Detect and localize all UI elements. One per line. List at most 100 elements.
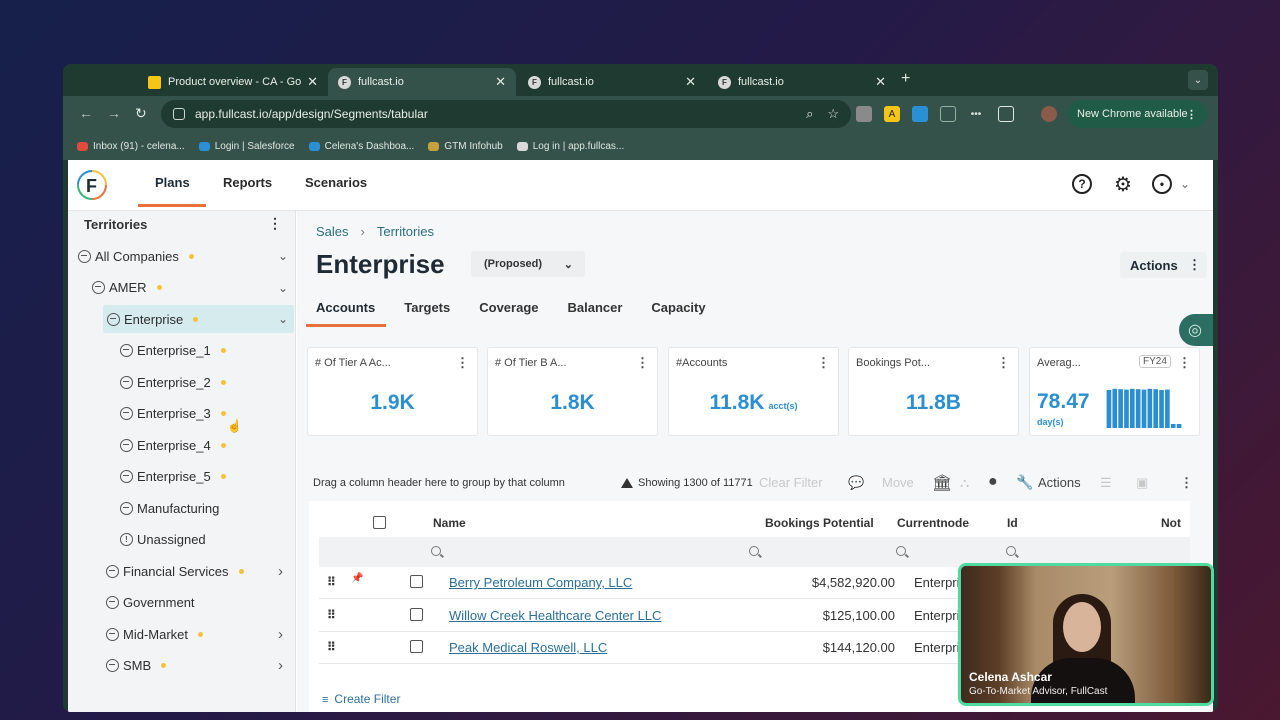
nav-reports[interactable]: Reports <box>223 175 272 190</box>
tab-search-button[interactable]: ⌄ <box>1188 70 1208 90</box>
kebab-icon[interactable]: ⋮ <box>1178 355 1191 371</box>
bookmark-item[interactable]: Inbox (91) - celena... <box>77 141 185 152</box>
site-info-icon[interactable] <box>173 108 185 120</box>
zoom-icon[interactable]: ⌕ <box>806 106 813 122</box>
user-account-icon[interactable]: • <box>1152 174 1172 194</box>
kpi-card-tier-a[interactable]: # Of Tier A Ac... ⋮ 1.9K <box>307 347 478 436</box>
sidebar-item-mid-market[interactable]: Mid-Market › <box>106 620 294 648</box>
tab-targets[interactable]: Targets <box>404 300 450 315</box>
kebab-icon[interactable]: ⋮ <box>636 355 649 371</box>
breadcrumb-sales[interactable]: Sales <box>316 224 349 239</box>
tab-capacity[interactable]: Capacity <box>651 300 705 315</box>
sidebar-item-amer[interactable]: AMER ⌄ <box>92 274 294 302</box>
account-name-link[interactable]: Willow Creek Healthcare Center LLC <box>449 608 661 623</box>
kpi-card-bookings[interactable]: Bookings Pot... ⋮ 11.8B <box>848 347 1019 436</box>
grid-more-icon[interactable]: ⋮ <box>1180 475 1193 491</box>
bookmark-item[interactable]: Log in | app.fullcas... <box>516 141 624 152</box>
breadcrumb-territories[interactable]: Territories <box>377 224 434 239</box>
sidebar-item-all-companies[interactable]: All Companies ⌄ <box>78 242 294 270</box>
help-icon[interactable]: ? <box>1072 174 1092 194</box>
forward-button[interactable]: → <box>107 105 121 121</box>
close-icon[interactable]: ✕ <box>307 74 318 90</box>
chevron-right-icon[interactable]: › <box>278 657 283 674</box>
nav-scenarios[interactable]: Scenarios <box>305 175 367 190</box>
bookmark-item[interactable]: Celena's Dashboa... <box>308 141 414 152</box>
create-filter-button[interactable]: ≡ Create Filter <box>322 692 400 706</box>
close-icon[interactable]: ✕ <box>495 74 506 90</box>
column-bookings-potential[interactable]: Bookings Potential <box>765 516 874 530</box>
extension-icon[interactable] <box>940 106 956 122</box>
chevron-down-icon[interactable]: ⌄ <box>1180 177 1190 191</box>
account-name-link[interactable]: Berry Petroleum Company, LLC <box>449 575 632 590</box>
column-id[interactable]: Id <box>1007 516 1018 530</box>
sidebar-item-enterprise-1[interactable]: Enterprise_1 <box>120 337 294 365</box>
bookmark-item[interactable]: Login | Salesforce <box>198 141 295 152</box>
sidebar-item-government[interactable]: Government <box>106 589 294 617</box>
nav-plans[interactable]: Plans <box>155 175 190 190</box>
sidebar-more-icon[interactable]: ⋮ <box>268 215 282 232</box>
sidebar-item-financial-services[interactable]: Financial Services › <box>106 557 294 585</box>
kpi-card-tier-b[interactable]: # Of Tier B A... ⋮ 1.8K <box>487 347 658 436</box>
tab-coverage[interactable]: Coverage <box>479 300 538 315</box>
new-chrome-available-button[interactable]: New Chrome available ⋮ <box>1067 100 1207 128</box>
tab-fullcast-2[interactable]: F fullcast.io ✕ <box>518 68 706 96</box>
row-checkbox[interactable] <box>410 607 423 621</box>
search-icon[interactable] <box>749 546 759 556</box>
select-all-checkbox[interactable] <box>373 516 386 529</box>
close-icon[interactable]: ✕ <box>685 74 696 90</box>
column-name[interactable]: Name <box>433 516 466 530</box>
sidebar-item-manufacturing[interactable]: Manufacturing <box>120 494 294 522</box>
drag-handle-icon[interactable]: ⠿ <box>327 575 336 589</box>
search-icon[interactable] <box>431 546 441 556</box>
sidebar-item-smb[interactable]: SMB › <box>106 652 294 680</box>
kpi-card-average[interactable]: Averag... FY24 ⋮ 78.47 day(s) <box>1029 347 1200 436</box>
puzzle-icon[interactable] <box>998 106 1014 122</box>
salesforce-extension-icon[interactable] <box>912 106 928 122</box>
move-button[interactable]: Move <box>882 475 914 490</box>
chevron-down-icon[interactable]: ⌄ <box>278 249 288 263</box>
bank-icon[interactable]: 🏛 <box>932 473 952 493</box>
filter-icon[interactable]: ☰ <box>1100 475 1112 491</box>
actions-button[interactable]: Actions ⋮ <box>1120 252 1207 278</box>
column-currentnode[interactable]: Currentnode <box>897 516 969 530</box>
drag-handle-icon[interactable]: ⠿ <box>327 640 336 654</box>
search-icon[interactable] <box>1006 546 1016 556</box>
tab-balancer[interactable]: Balancer <box>567 300 622 315</box>
sidebar-item-unassigned[interactable]: ! Unassigned <box>120 526 294 554</box>
tab-accounts[interactable]: Accounts <box>316 300 375 315</box>
circle-icon[interactable]: ● <box>988 473 998 491</box>
hierarchy-icon[interactable]: ⛬ <box>960 475 969 491</box>
new-tab-button[interactable]: + <box>901 70 910 88</box>
sidebar-item-enterprise-3[interactable]: Enterprise_3 <box>120 400 294 428</box>
chevron-down-icon[interactable]: ⌄ <box>278 312 288 326</box>
bookmark-item[interactable]: GTM Infohub <box>428 141 503 152</box>
sidebar-item-enterprise-2[interactable]: Enterprise_2 <box>120 368 294 396</box>
drag-handle-icon[interactable]: ⠿ <box>327 608 336 622</box>
pin-icon[interactable]: 📌 <box>351 573 363 584</box>
reload-button[interactable]: ↻ <box>135 105 147 122</box>
kebab-icon[interactable]: ⋮ <box>817 355 830 371</box>
sidebar-item-enterprise-4[interactable]: Enterprise_4 <box>120 431 294 459</box>
sidebar-item-enterprise-5[interactable]: Enterprise_5 <box>120 463 294 491</box>
tab-fullcast-active[interactable]: F fullcast.io ✕ <box>328 68 516 96</box>
kebab-icon[interactable]: ⋮ <box>456 355 469 371</box>
sidebar-item-enterprise[interactable]: Enterprise ⌄ <box>103 305 294 333</box>
kebab-icon[interactable]: ⋮ <box>997 355 1010 371</box>
row-checkbox[interactable] <box>410 640 423 653</box>
row-checkbox[interactable] <box>410 575 423 588</box>
address-bar[interactable]: app.fullcast.io/app/design/Segments/tabu… <box>161 100 851 128</box>
tab-fullcast-3[interactable]: F fullcast.io ✕ <box>708 68 896 96</box>
extension-icon[interactable] <box>856 106 872 122</box>
search-icon[interactable] <box>896 546 906 556</box>
chevron-right-icon[interactable]: › <box>278 563 283 580</box>
kpi-card-accounts[interactable]: #Accounts ⋮ 11.8K acct(s) <box>668 347 839 436</box>
back-button[interactable]: ← <box>79 105 93 121</box>
chevron-down-icon[interactable]: ⌄ <box>278 281 288 295</box>
account-name-link[interactable]: Peak Medical Roswell, LLC <box>449 640 607 655</box>
more-extensions-icon[interactable]: ••• <box>968 106 984 122</box>
profile-avatar[interactable] <box>1041 106 1057 122</box>
grid-actions-button[interactable]: Actions <box>1038 475 1081 490</box>
close-icon[interactable]: ✕ <box>875 74 886 90</box>
tab-product-overview[interactable]: Product overview - CA - Goo ✕ <box>138 68 328 96</box>
clear-filter-button[interactable]: Clear Filter <box>759 475 823 490</box>
